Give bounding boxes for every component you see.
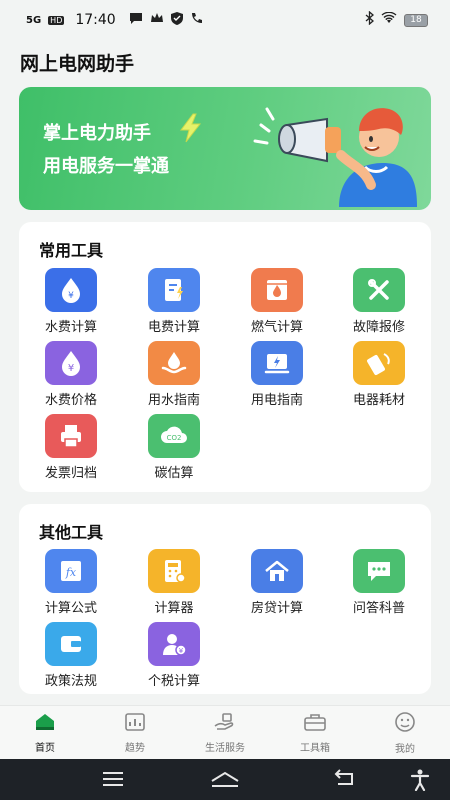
svg-text:fx: fx [65, 566, 77, 579]
income-tax-icon: ¥ [148, 622, 200, 666]
wifi-icon [381, 11, 397, 28]
co2-cloud-icon: CO2 [148, 414, 200, 458]
other-tools-section: 其他工具 fx 计算公式 计算器 房贷计算 问答科普 政策法规 ¥ 个税计算 [19, 504, 431, 694]
nav-mine[interactable]: 我的 [360, 706, 450, 759]
common-tools-title: 常用工具 [39, 241, 104, 260]
svg-text:¥: ¥ [179, 647, 184, 655]
tool-qa-science[interactable]: 问答科普 [327, 549, 431, 616]
status-left: 5G HD 17:40 [26, 11, 203, 29]
policy-wallet-icon [45, 622, 97, 666]
nav-home[interactable]: 首页 [0, 706, 90, 759]
water-guide-icon [148, 341, 200, 385]
tool-income-tax[interactable]: ¥ 个税计算 [122, 622, 226, 689]
house-loan-icon [251, 549, 303, 593]
promo-banner[interactable]: 掌上电力助手 用电服务一掌通 [19, 87, 431, 210]
profile-face-icon [394, 711, 416, 737]
gas-flame-icon [251, 268, 303, 312]
tool-label: 电费计算 [147, 320, 200, 335]
tool-electric-fee[interactable]: 电费计算 [122, 268, 226, 335]
back-icon[interactable] [332, 769, 356, 793]
tool-carbon-estimate[interactable]: CO2 碳估算 [122, 414, 226, 481]
tool-appliance-supplies[interactable]: 电器耗材 [327, 341, 431, 408]
svg-text:¥: ¥ [68, 291, 74, 301]
tool-fault-repair[interactable]: 故障报修 [327, 268, 431, 335]
network-indicator: 5G [26, 14, 42, 26]
nav-toolbox[interactable]: 工具箱 [270, 706, 360, 759]
formula-icon: fx [45, 549, 97, 593]
shield-icon [170, 11, 183, 29]
tool-invoice-archive[interactable]: 发票归档 [19, 414, 123, 481]
tool-label: 燃气计算 [250, 320, 303, 335]
electric-guide-icon [251, 341, 303, 385]
tool-label: 房贷计算 [250, 601, 303, 616]
page-title: 网上电网助手 [20, 53, 135, 75]
tool-label: 计算器 [154, 601, 194, 616]
other-tools-title: 其他工具 [39, 523, 104, 542]
crown-icon [150, 12, 164, 28]
life-service-icon [213, 712, 237, 736]
nav-label: 生活服务 [205, 742, 245, 754]
tool-policy-regulations[interactable]: 政策法规 [19, 622, 123, 689]
invoice-printer-icon [45, 414, 97, 458]
trend-chart-icon [124, 712, 146, 736]
tool-label: 个税计算 [147, 674, 200, 689]
tool-label: 发票归档 [44, 466, 97, 481]
battery-indicator: 18 [404, 13, 428, 27]
toolbox-icon [303, 712, 327, 736]
tool-label: 政策法规 [44, 674, 97, 689]
hd-badge: HD [48, 15, 65, 25]
menu-icon[interactable] [102, 769, 124, 793]
system-navigation-bar [0, 759, 450, 800]
bluetooth-icon [365, 10, 374, 29]
accessibility-icon[interactable] [410, 769, 430, 795]
message-icon [129, 12, 143, 28]
tool-electric-guide[interactable]: 用电指南 [225, 341, 329, 408]
banner-title: 掌上电力助手 [43, 123, 151, 144]
common-tools-section: 常用工具 ¥ 水费计算 电费计算 燃气计算 故障报修 ¥ 水费价格 用水指南 用… [19, 222, 431, 492]
repair-tools-icon [353, 268, 405, 312]
tool-gas-calc[interactable]: 燃气计算 [225, 268, 329, 335]
banner-subtitle: 用电服务一掌通 [43, 156, 169, 177]
appliance-icon [353, 341, 405, 385]
tool-calc-formula[interactable]: fx 计算公式 [19, 549, 123, 616]
megaphone-person-illustration [247, 97, 417, 210]
tool-label: 故障报修 [352, 320, 405, 335]
tool-water-price[interactable]: ¥ 水费价格 [19, 341, 123, 408]
tool-label: 碳估算 [154, 466, 194, 481]
status-time: 17:40 [75, 12, 116, 28]
chat-qa-icon [353, 549, 405, 593]
nav-label: 工具箱 [300, 742, 330, 754]
tool-label: 水费计算 [44, 320, 97, 335]
status-bar: 5G HD 17:40 18 [0, 0, 450, 40]
tool-label: 问答科普 [352, 601, 405, 616]
electric-bill-icon [148, 268, 200, 312]
tool-label: 水费价格 [44, 393, 97, 408]
svg-text:CO2: CO2 [167, 434, 182, 442]
tool-house-loan[interactable]: 房贷计算 [225, 549, 329, 616]
home-gesture-icon[interactable] [210, 769, 240, 793]
nav-label: 趋势 [125, 742, 145, 754]
tool-label: 用水指南 [147, 393, 200, 408]
water-drop-icon: ¥ [45, 268, 97, 312]
nav-label: 我的 [395, 743, 415, 755]
status-right: 18 [365, 10, 428, 29]
tool-label: 电器耗材 [352, 393, 405, 408]
bottom-nav: 首页 趋势 生活服务 工具箱 我的 [0, 705, 450, 759]
tool-label: 用电指南 [250, 393, 303, 408]
tool-calculator[interactable]: 计算器 [122, 549, 226, 616]
svg-text:¥: ¥ [68, 363, 74, 374]
tool-label: 计算公式 [44, 601, 97, 616]
nav-label: 首页 [35, 742, 55, 754]
water-price-icon: ¥ [45, 341, 97, 385]
tool-water-fee[interactable]: ¥ 水费计算 [19, 268, 123, 335]
calculator-icon [148, 549, 200, 593]
nav-life-service[interactable]: 生活服务 [180, 706, 270, 759]
nav-trend[interactable]: 趋势 [90, 706, 180, 759]
tool-water-guide[interactable]: 用水指南 [122, 341, 226, 408]
lightning-bolt-icon [177, 113, 205, 147]
home-icon [34, 712, 56, 736]
phone-icon [190, 12, 203, 29]
